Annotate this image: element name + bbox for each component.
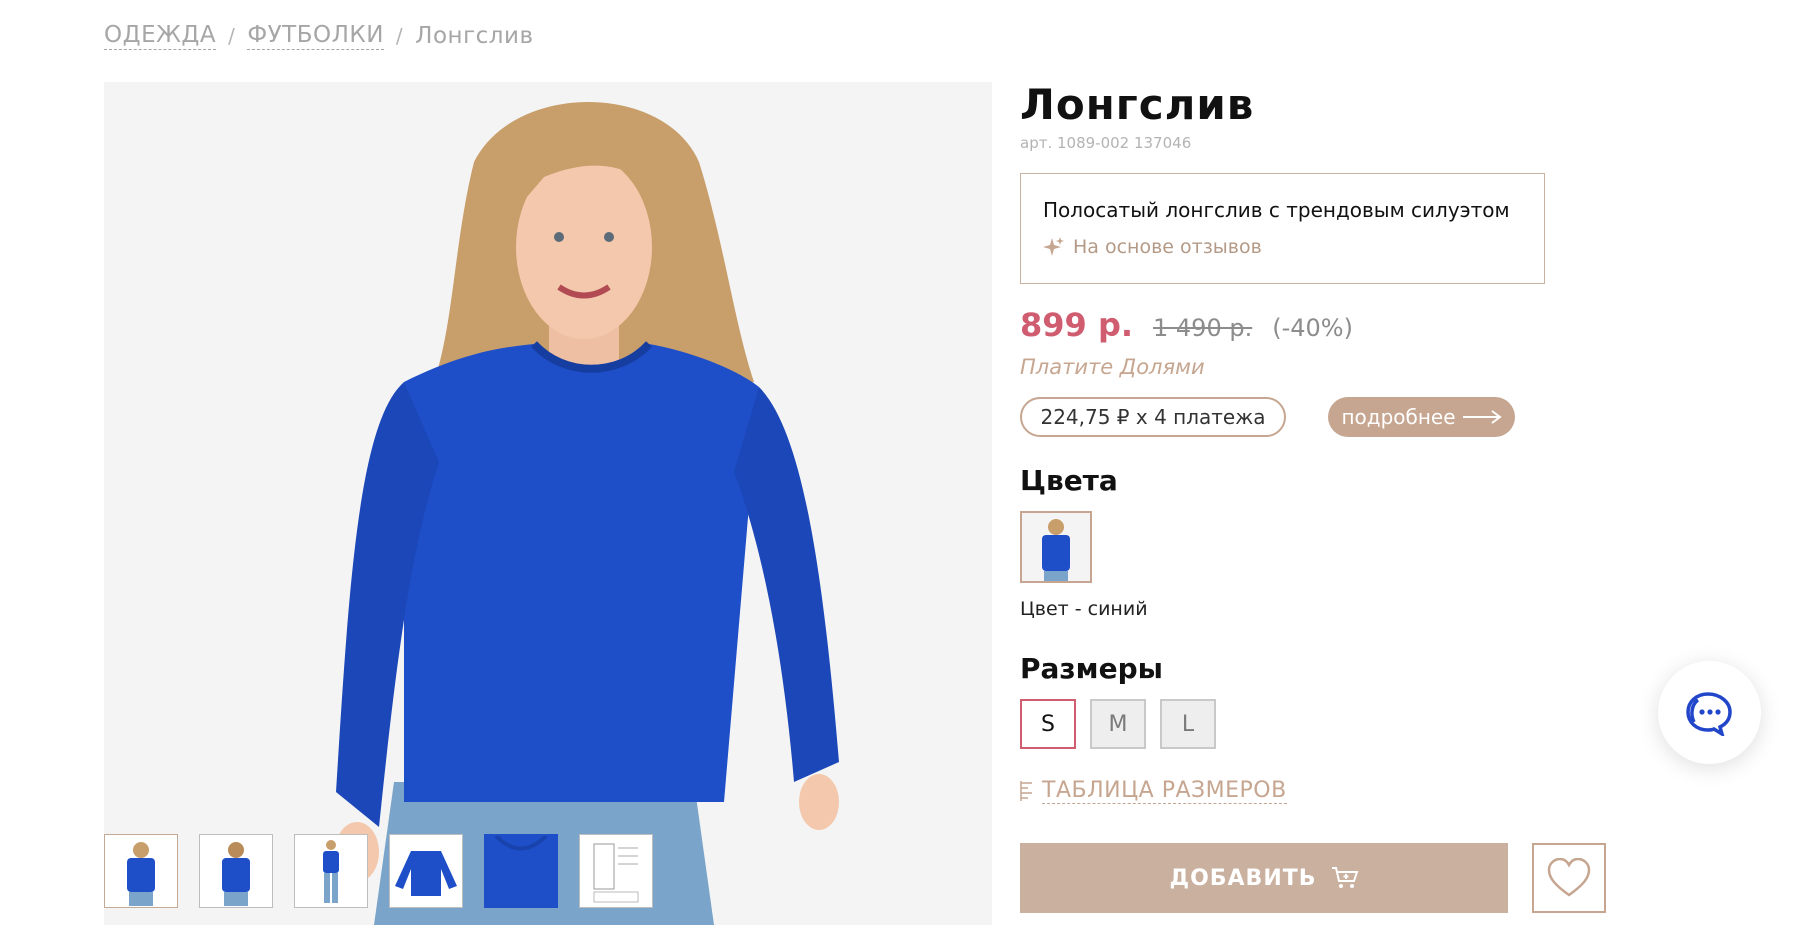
sizes-heading: Размеры xyxy=(1020,652,1163,685)
breadcrumb-current: Лонгслив xyxy=(415,23,534,49)
breadcrumb-link-tshirts[interactable]: ФУТБОЛКИ xyxy=(247,22,384,50)
thumbnail-size-chart[interactable] xyxy=(579,834,653,908)
review-summary-text: Полосатый лонгслив с трендовым силуэтом xyxy=(1043,198,1510,222)
cart-icon xyxy=(1331,867,1358,888)
thumbnail-image xyxy=(127,842,155,906)
arrow-right-icon xyxy=(1462,410,1502,424)
thumbnail-full[interactable] xyxy=(294,834,368,908)
breadcrumb-separator: / xyxy=(395,24,404,48)
selected-color-label: Цвет - синий xyxy=(1020,598,1148,620)
size-option-s[interactable]: S xyxy=(1020,699,1076,749)
add-to-cart-button[interactable]: ДОБАВИТЬ xyxy=(1020,843,1508,913)
price-old: 1 490 р. xyxy=(1153,314,1253,342)
color-swatch-blue[interactable] xyxy=(1020,511,1092,583)
thumbnail-flat[interactable] xyxy=(389,834,463,908)
size-table-label: ТАБЛИЦА РАЗМЕРОВ xyxy=(1042,778,1287,804)
colors-heading: Цвета xyxy=(1020,464,1118,497)
product-title: Лонгслив xyxy=(1020,80,1255,129)
review-summary-box: Полосатый лонгслив с трендовым силуэтом … xyxy=(1020,173,1545,284)
review-summary-source: На основе отзывов xyxy=(1043,236,1522,258)
price-discount: (-40%) xyxy=(1272,314,1353,342)
thumbnail-image xyxy=(593,843,639,903)
price-row: 899 р. 1 490 р. (-40%) xyxy=(1020,306,1353,344)
thumbnail-image xyxy=(323,840,339,903)
thumbnail-fabric[interactable] xyxy=(484,834,558,908)
installment-provider: Платите Долями xyxy=(1020,355,1205,379)
product-gallery xyxy=(104,82,992,925)
heart-icon xyxy=(1547,858,1591,897)
thumbnail-strip xyxy=(104,834,653,908)
chat-widget-button[interactable] xyxy=(1658,661,1761,764)
product-article: арт. 1089-002 137046 xyxy=(1020,134,1192,152)
price-current: 899 р. xyxy=(1020,306,1133,344)
breadcrumb: ОДЕЖДА / ФУТБОЛКИ / Лонгслив xyxy=(104,22,534,50)
breadcrumb-link-clothes[interactable]: ОДЕЖДА xyxy=(104,22,217,50)
size-option-l[interactable]: L xyxy=(1160,699,1216,749)
ruler-icon xyxy=(1020,781,1032,801)
size-options: S M L xyxy=(1020,699,1216,749)
thumbnail-back[interactable] xyxy=(199,834,273,908)
thumbnail-image xyxy=(494,836,548,851)
size-table-link[interactable]: ТАБЛИЦА РАЗМЕРОВ xyxy=(1020,778,1287,804)
chat-icon xyxy=(1685,691,1732,736)
thumbnail-front[interactable] xyxy=(104,834,178,908)
thumbnail-image xyxy=(395,851,457,896)
add-to-cart-label: ДОБАВИТЬ xyxy=(1169,865,1317,891)
thumbnail-image xyxy=(222,842,250,906)
size-option-m[interactable]: M xyxy=(1090,699,1146,749)
sparkle-icon xyxy=(1043,237,1064,256)
review-summary-source-label: На основе отзывов xyxy=(1073,236,1262,258)
favorite-button[interactable] xyxy=(1532,843,1606,913)
installment-amount: 224,75 ₽ x 4 платежа xyxy=(1020,397,1286,437)
color-swatch-image xyxy=(1042,519,1070,581)
installment-more-label: подробнее xyxy=(1341,405,1456,429)
breadcrumb-separator: / xyxy=(228,24,236,48)
installment-more-button[interactable]: подробнее xyxy=(1328,397,1515,437)
product-main-image[interactable] xyxy=(104,82,992,925)
